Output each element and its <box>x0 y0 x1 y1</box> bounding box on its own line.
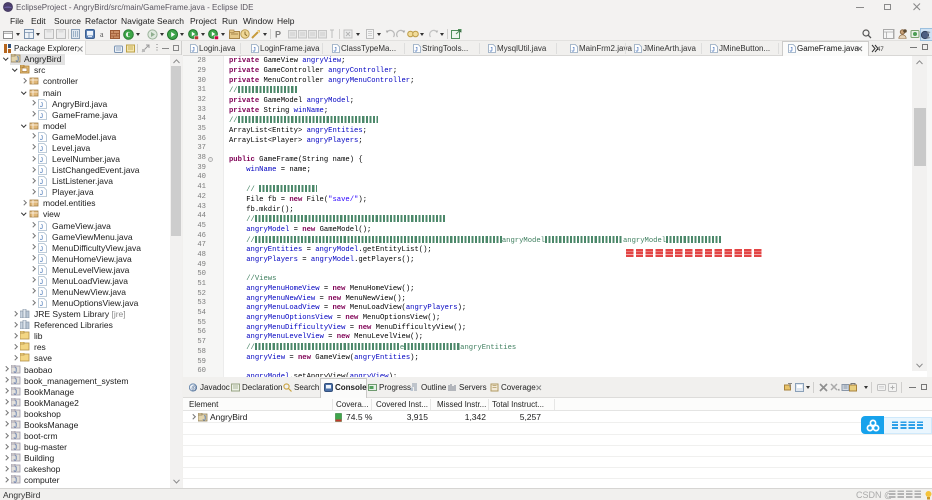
svg-text:J: J <box>40 279 43 286</box>
svg-text:J: J <box>14 478 18 485</box>
svg-text:@: @ <box>191 386 197 392</box>
svg-text:J: J <box>790 47 793 54</box>
svg-text:J: J <box>40 168 43 175</box>
svg-text:J: J <box>253 47 256 54</box>
svg-text:J: J <box>14 400 18 407</box>
svg-text:J: J <box>40 102 43 109</box>
svg-text:J: J <box>14 422 18 429</box>
svg-text:J: J <box>40 135 43 142</box>
svg-text:P: P <box>275 30 281 40</box>
svg-text:J: J <box>40 290 43 297</box>
svg-text:J: J <box>712 47 715 54</box>
svg-text:J: J <box>40 246 43 253</box>
svg-text:J: J <box>636 47 639 54</box>
svg-text:J: J <box>14 389 18 396</box>
svg-text:J: J <box>40 257 43 264</box>
svg-text:J: J <box>14 467 18 474</box>
svg-text:J: J <box>14 434 18 441</box>
svg-text:J: J <box>14 378 18 385</box>
svg-text:J: J <box>40 190 43 197</box>
svg-text:J: J <box>40 268 43 275</box>
svg-text:J: J <box>14 445 18 452</box>
svg-text:a: a <box>100 30 104 38</box>
svg-text:J: J <box>14 367 18 374</box>
svg-text:J: J <box>490 47 493 54</box>
svg-text:J: J <box>16 57 20 64</box>
svg-text:J: J <box>40 235 43 242</box>
svg-text:J: J <box>14 456 18 463</box>
svg-text:J: J <box>572 47 575 54</box>
svg-text:J: J <box>40 157 43 164</box>
svg-text:J: J <box>334 47 337 54</box>
svg-text:J: J <box>203 415 207 422</box>
svg-text:J: J <box>415 47 418 54</box>
svg-text:J: J <box>40 179 43 186</box>
svg-text:J: J <box>192 47 195 54</box>
svg-text:J: J <box>40 113 43 120</box>
svg-text:J: J <box>40 301 43 308</box>
svg-text:J: J <box>14 411 18 418</box>
svg-text:J: J <box>40 146 43 153</box>
svg-text:J: J <box>40 224 43 231</box>
